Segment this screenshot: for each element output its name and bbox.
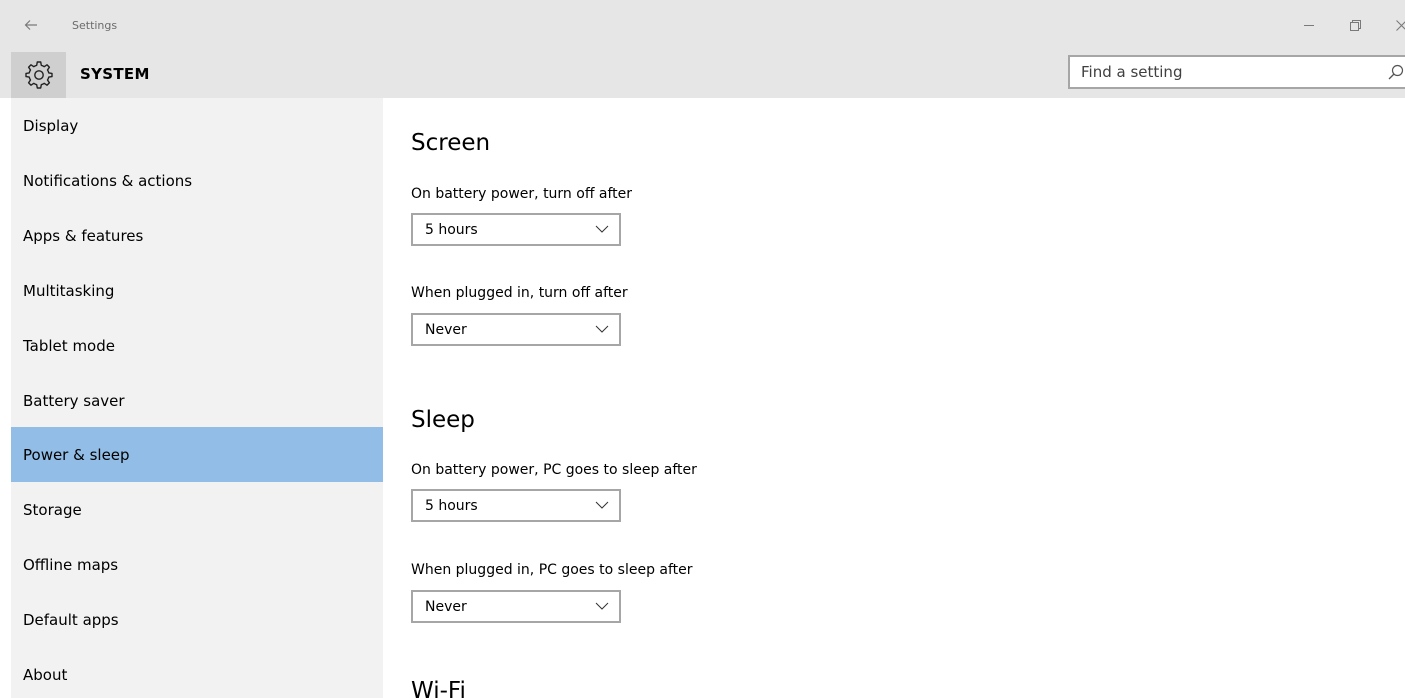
sidebar-item-about[interactable]: About — [11, 647, 383, 698]
sidebar-item-default-apps[interactable]: Default apps — [11, 592, 383, 647]
screen-plugged-label: When plugged in, turn off after — [411, 285, 628, 301]
sleep-battery-value: 5 hours — [425, 497, 478, 514]
sidebar-item-tablet-mode[interactable]: Tablet mode — [11, 318, 383, 373]
minimize-button[interactable] — [1298, 14, 1320, 36]
header-bar: SYSTEM — [0, 52, 1405, 98]
search-input[interactable] — [1070, 57, 1370, 87]
sleep-battery-dropdown[interactable]: 5 hours — [411, 489, 621, 522]
sleep-plugged-value: Never — [425, 598, 467, 615]
minimize-icon — [1304, 25, 1314, 26]
sleep-plugged-dropdown[interactable]: Never — [411, 590, 621, 623]
chevron-down-icon — [595, 501, 609, 509]
wifi-section-title: Wi-Fi — [411, 678, 466, 698]
header-icon-tile — [11, 52, 66, 98]
search-icon[interactable] — [1388, 64, 1404, 80]
title-bar: Settings — [0, 0, 1405, 52]
page-title: SYSTEM — [80, 65, 150, 83]
sidebar-item-apps[interactable]: Apps & features — [11, 208, 383, 263]
close-button[interactable] — [1390, 14, 1405, 36]
main-content: Screen On battery power, turn off after … — [383, 98, 1405, 698]
screen-plugged-dropdown[interactable]: Never — [411, 313, 621, 346]
close-icon — [1395, 19, 1405, 31]
restore-icon — [1349, 19, 1361, 31]
sidebar-item-power-sleep[interactable]: Power & sleep — [11, 427, 383, 482]
back-button[interactable] — [22, 16, 40, 34]
sidebar-item-storage[interactable]: Storage — [11, 482, 383, 537]
screen-section-title: Screen — [411, 130, 491, 156]
sidebar-item-offline-maps[interactable]: Offline maps — [11, 537, 383, 592]
settings-window: Settings SYSTEM Find a setting Display N… — [0, 0, 1405, 698]
sidebar-item-display[interactable]: Display — [11, 98, 383, 153]
sleep-section-title: Sleep — [411, 407, 475, 433]
chevron-down-icon — [595, 325, 609, 333]
screen-battery-value: 5 hours — [425, 221, 478, 238]
sidebar-item-notifications[interactable]: Notifications & actions — [11, 153, 383, 208]
sleep-plugged-label: When plugged in, PC goes to sleep after — [411, 562, 693, 578]
sidebar-item-multitasking[interactable]: Multitasking — [11, 263, 383, 318]
screen-battery-label: On battery power, turn off after — [411, 186, 633, 202]
window-title: Settings — [72, 19, 118, 32]
back-arrow-icon — [24, 20, 37, 30]
sidebar: Display Notifications & actions Apps & f… — [11, 98, 383, 698]
restore-button[interactable] — [1344, 14, 1366, 36]
sidebar-item-battery-saver[interactable]: Battery saver — [11, 373, 383, 428]
chevron-down-icon — [595, 602, 609, 610]
sleep-battery-label: On battery power, PC goes to sleep after — [411, 462, 697, 478]
gear-icon — [24, 61, 53, 89]
chevron-down-icon — [595, 225, 609, 233]
screen-battery-dropdown[interactable]: 5 hours — [411, 213, 621, 246]
search-box[interactable] — [1068, 55, 1405, 89]
screen-plugged-value: Never — [425, 321, 467, 338]
